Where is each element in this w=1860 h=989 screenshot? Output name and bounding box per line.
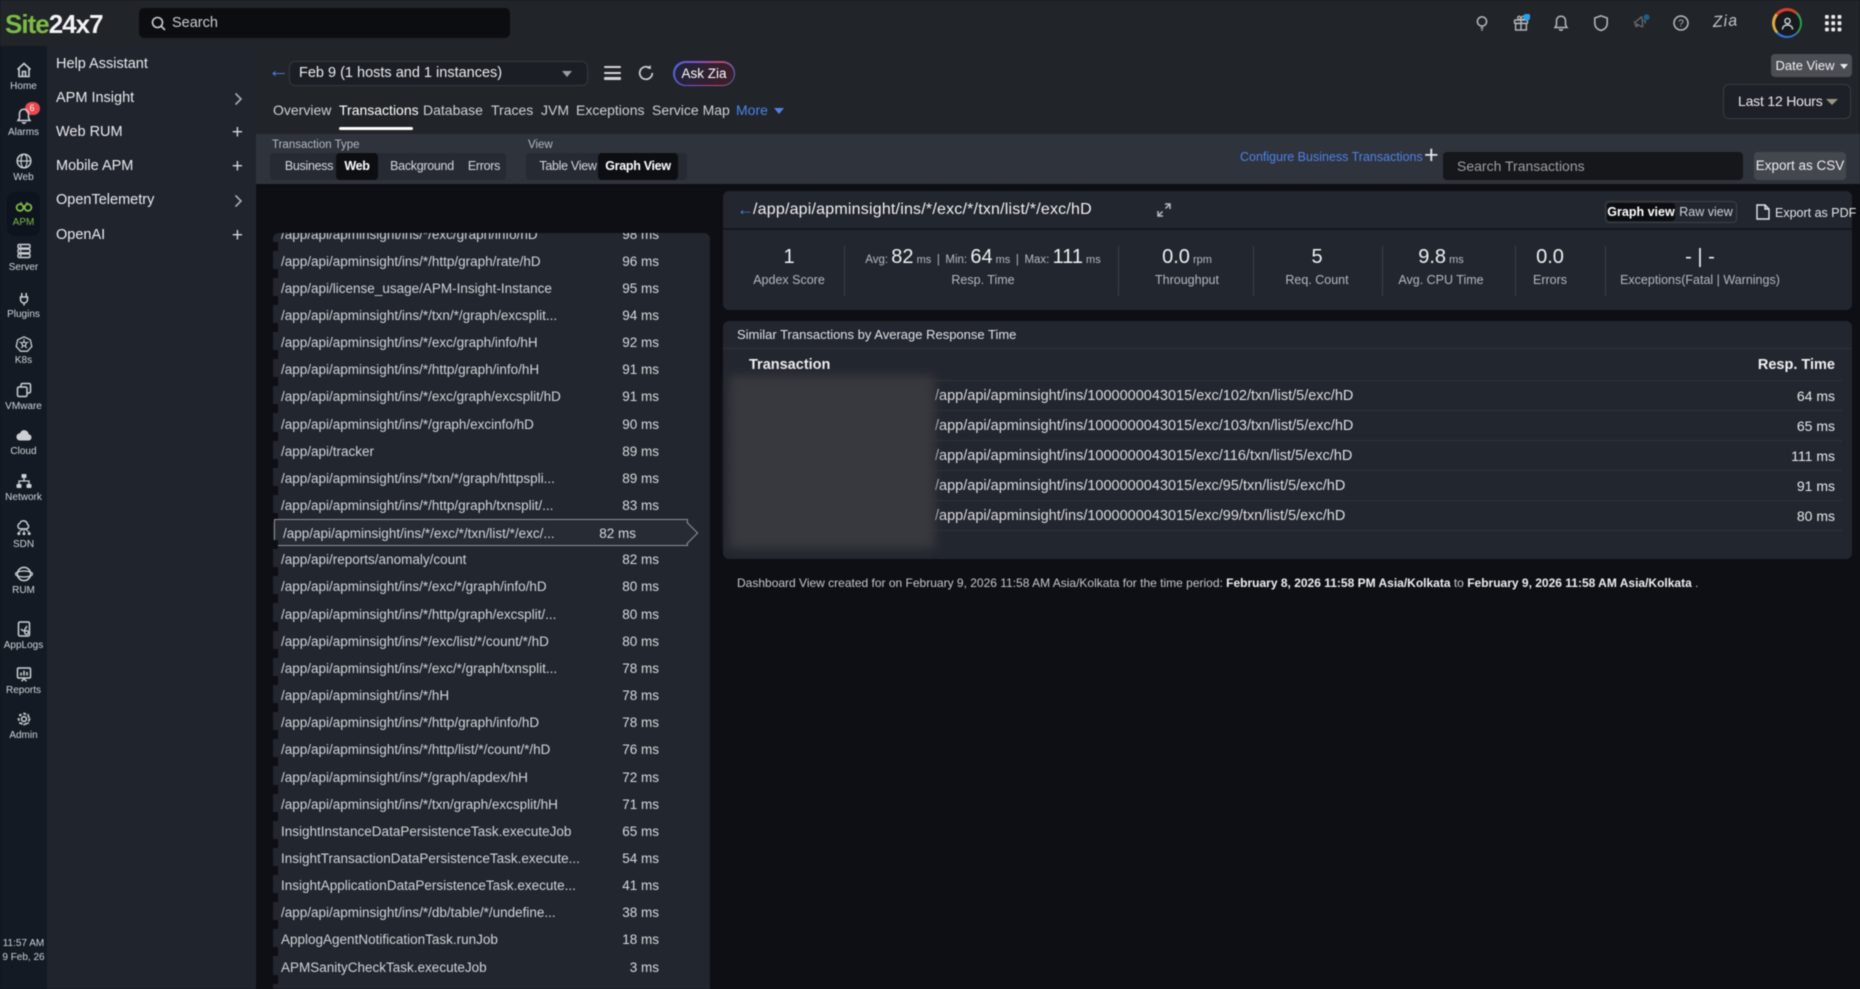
svg-text:?: ? — [1678, 18, 1684, 29]
